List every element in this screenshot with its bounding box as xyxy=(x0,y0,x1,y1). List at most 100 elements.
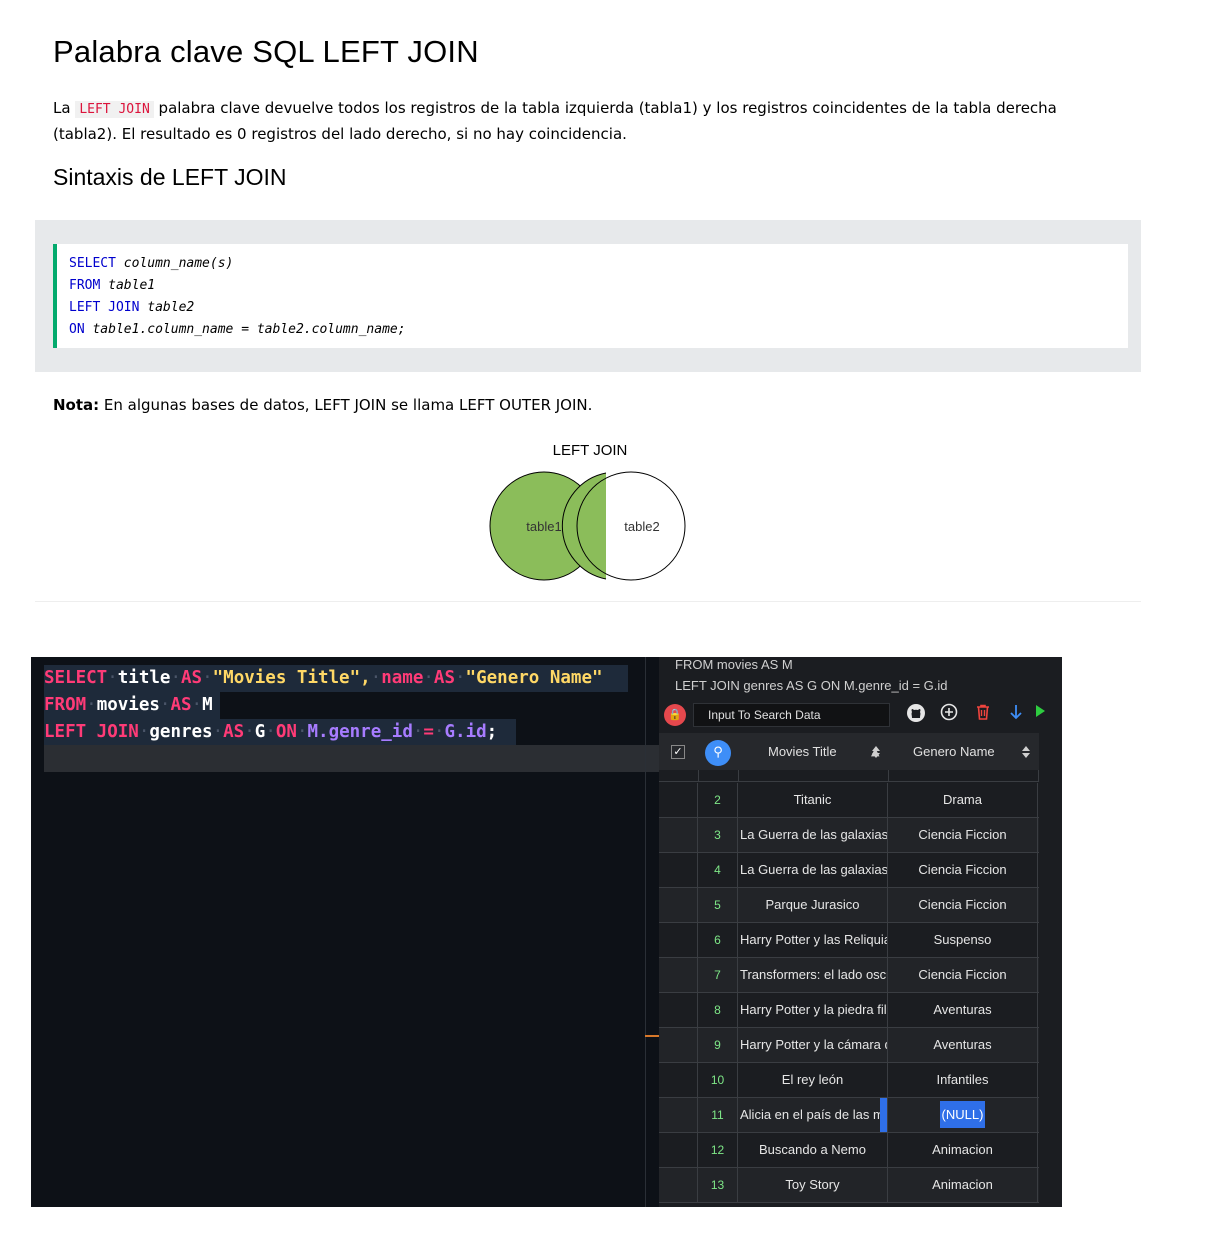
row-checkbox-cell[interactable] xyxy=(659,1133,698,1167)
table-row[interactable]: 12 Buscando a Nemo Animacion xyxy=(659,1133,1039,1167)
row-number: 6 xyxy=(698,923,738,957)
results-grid: ✓ ⚲ Movies Title ▲ Genero Name 2 Titanic D… xyxy=(659,733,1039,1207)
cell-movies-title[interactable]: Harry Potter y la cámara d xyxy=(738,1028,888,1062)
section-divider xyxy=(35,601,1141,602)
cell-genero-name[interactable]: Drama xyxy=(888,783,1038,817)
cell-movies-title[interactable]: La Guerra de las galaxias: xyxy=(738,818,888,852)
row-checkbox-cell[interactable] xyxy=(659,958,698,992)
table-row[interactable]: 8 Harry Potter y la piedra fil Aventuras xyxy=(659,993,1039,1027)
cell-genero-name[interactable]: Ciencia Ficcion xyxy=(888,818,1038,852)
query-preview: FROM movies AS M LEFT JOIN genres AS G O… xyxy=(675,657,948,696)
editor-screenshot: SELECT·title·AS·"Movies Title",·name·AS·… xyxy=(31,657,1062,1207)
row-number: 4 xyxy=(698,853,738,887)
row-number: 11 xyxy=(698,1098,738,1132)
row-number: 5 xyxy=(698,888,738,922)
delete-icon[interactable] xyxy=(972,703,994,725)
search-column-icon[interactable]: ⚲ xyxy=(705,740,731,766)
select-all-checkbox[interactable]: ✓ xyxy=(671,745,685,759)
table-row[interactable]: 11 Alicia en el país de las ma (NULL) xyxy=(659,1098,1039,1132)
row-checkbox-cell[interactable] xyxy=(659,1028,698,1062)
table-row[interactable]: 4 La Guerra de las galaxias: Ciencia Ficci… xyxy=(659,853,1039,887)
query-preview-line-2: LEFT JOIN genres AS G ON M.genre_id = G.… xyxy=(675,678,948,693)
table-row[interactable]: 5 Parque Jurasico Ciencia Ficcion xyxy=(659,888,1039,922)
note-text: En algunas bases de datos, LEFT JOIN se … xyxy=(99,396,593,414)
cell-genero-name[interactable]: Aventuras xyxy=(888,993,1038,1027)
sort-icon[interactable] xyxy=(871,745,881,759)
row-checkbox-cell[interactable] xyxy=(659,1168,698,1202)
search-input[interactable]: Input To Search Data xyxy=(693,703,890,727)
cell-movies-title[interactable]: Harry Potter y la piedra fil xyxy=(738,993,888,1027)
table-row[interactable]: 9 Harry Potter y la cámara d Aventuras xyxy=(659,1028,1039,1062)
sort-icon[interactable] xyxy=(1021,745,1031,759)
sql-editor[interactable]: SELECT·title·AS·"Movies Title",·name·AS·… xyxy=(31,657,659,1207)
github-icon[interactable] xyxy=(905,703,927,725)
cell-selection-marker xyxy=(880,1098,887,1132)
cell-genero-name[interactable]: (NULL) xyxy=(888,1098,1038,1132)
cell-genero-name[interactable]: Aventuras xyxy=(888,1028,1038,1062)
cell-movies-title[interactable]: Titanic xyxy=(738,783,888,817)
row-number: 2 xyxy=(698,783,738,817)
table-row[interactable]: 7 Transformers: el lado oscu Ciencia Ficci… xyxy=(659,958,1039,992)
intro-keyword: LEFT JOIN xyxy=(75,101,154,118)
code-line-3: LEFT JOIN table2 xyxy=(69,300,195,315)
intro-text-after: palabra clave devuelve todos los registr… xyxy=(53,99,1057,143)
column-header-movies-title[interactable]: Movies Title xyxy=(768,733,837,770)
row-checkbox-cell[interactable] xyxy=(659,818,698,852)
scroll-marker xyxy=(645,1035,659,1037)
row-number: 12 xyxy=(698,1133,738,1167)
row-number: 8 xyxy=(698,993,738,1027)
column-header-genero-name[interactable]: Genero Name xyxy=(913,733,995,770)
venn-title: LEFT JOIN xyxy=(553,442,628,459)
editor-line-2: FROM·movies·AS·M xyxy=(44,695,213,715)
row-checkbox-cell[interactable] xyxy=(659,783,698,817)
table-row[interactable]: 3 La Guerra de las galaxias: Ciencia Ficci… xyxy=(659,818,1039,852)
cell-genero-name[interactable]: Ciencia Ficcion xyxy=(888,853,1038,887)
cell-movies-title[interactable]: Transformers: el lado oscu xyxy=(738,958,888,992)
row-number: 13 xyxy=(698,1168,738,1202)
row-checkbox-cell[interactable] xyxy=(659,888,698,922)
cell-genero-name[interactable]: Animacion xyxy=(888,1168,1038,1202)
note-paragraph: Nota: En algunas bases de datos, LEFT JO… xyxy=(53,396,592,414)
row-checkbox-cell[interactable] xyxy=(659,923,698,957)
null-value: (NULL) xyxy=(939,1101,986,1128)
page-title: Palabra clave SQL LEFT JOIN xyxy=(53,34,479,69)
venn-left-label: table1 xyxy=(526,519,561,534)
cell-movies-title[interactable]: Buscando a Nemo xyxy=(738,1133,888,1167)
code-line-2: FROM table1 xyxy=(69,278,156,293)
row-number: 10 xyxy=(698,1063,738,1097)
row-checkbox-cell[interactable] xyxy=(659,853,698,887)
cell-movies-title[interactable]: Toy Story xyxy=(738,1168,888,1202)
cell-movies-title[interactable]: Alicia en el país de las ma xyxy=(738,1098,888,1132)
cell-movies-title[interactable]: Harry Potter y las Reliquia xyxy=(738,923,888,957)
editor-line-3: LEFT JOIN·genres·AS·G·ON·M.genre_id·=·G.… xyxy=(44,722,498,742)
row-number: 7 xyxy=(698,958,738,992)
current-line-highlight xyxy=(44,745,659,772)
row-checkbox-cell[interactable] xyxy=(659,1063,698,1097)
cell-movies-title[interactable]: La Guerra de las galaxias: xyxy=(738,853,888,887)
pane-divider[interactable] xyxy=(645,657,646,1207)
cell-genero-name[interactable]: Suspenso xyxy=(888,923,1038,957)
cell-genero-name[interactable]: Ciencia Ficcion xyxy=(888,888,1038,922)
row-divider xyxy=(659,1202,1039,1203)
add-row-icon[interactable] xyxy=(938,703,960,725)
lock-icon[interactable]: 🔒 xyxy=(664,704,686,726)
venn-diagram: LEFT JOIN table1 table2 xyxy=(489,442,686,581)
table-row[interactable]: 10 El rey león Infantiles xyxy=(659,1063,1039,1097)
intro-text-before: La xyxy=(53,99,76,117)
results-panel: FROM movies AS M LEFT JOIN genres AS G O… xyxy=(659,657,1062,1207)
cell-movies-title[interactable]: Parque Jurasico xyxy=(738,888,888,922)
query-preview-line-1: FROM movies AS M xyxy=(675,657,793,672)
cell-genero-name[interactable]: Infantiles xyxy=(888,1063,1038,1097)
row-checkbox-cell[interactable] xyxy=(659,1098,698,1132)
play-icon[interactable] xyxy=(1029,703,1051,725)
table-row[interactable]: 2 Titanic Drama xyxy=(659,783,1039,817)
cell-genero-name[interactable]: Animacion xyxy=(888,1133,1038,1167)
cell-genero-name[interactable]: Ciencia Ficcion xyxy=(888,958,1038,992)
table-row[interactable]: 13 Toy Story Animacion xyxy=(659,1168,1039,1202)
cell-movies-title[interactable]: El rey león xyxy=(738,1063,888,1097)
arrow-down-icon[interactable] xyxy=(1005,703,1027,725)
note-label: Nota: xyxy=(53,396,100,414)
code-example-container: SELECT column_name(s) FROM table1 LEFT J… xyxy=(35,220,1141,372)
row-checkbox-cell[interactable] xyxy=(659,993,698,1027)
table-row[interactable]: 6 Harry Potter y las Reliquia Suspenso xyxy=(659,923,1039,957)
